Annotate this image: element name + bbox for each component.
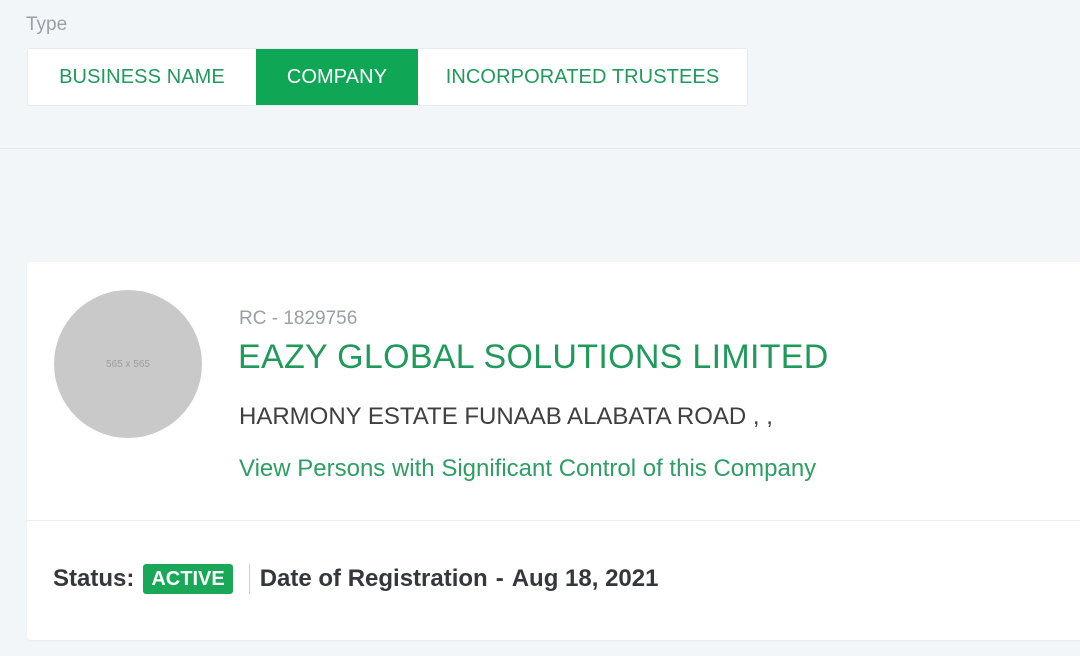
status-badge: ACTIVE	[143, 564, 233, 594]
status-divider	[248, 564, 250, 594]
registration-separator: -	[495, 565, 504, 592]
tab-incorporated-trustees[interactable]: INCORPORATED TRUSTEES	[418, 49, 747, 105]
type-tabs: BUSINESS NAME COMPANY INCORPORATED TRUST…	[27, 48, 748, 106]
avatar-placeholder-text: 565 x 565	[106, 358, 150, 370]
tab-company[interactable]: COMPANY	[256, 49, 418, 105]
status-label: Status:	[53, 565, 135, 592]
card-separator	[27, 520, 1080, 521]
avatar: 565 x 565	[54, 290, 202, 438]
status-row: Status: ACTIVE Date of Registration - Au…	[53, 564, 658, 594]
company-name[interactable]: EAZY GLOBAL SOLUTIONS LIMITED	[238, 338, 829, 377]
section-divider	[0, 148, 1080, 149]
company-result-card: 565 x 565 RC - 1829756 EAZY GLOBAL SOLUT…	[27, 262, 1080, 640]
psc-link[interactable]: View Persons with Significant Control of…	[239, 455, 816, 483]
type-label: Type	[26, 14, 68, 35]
registration-date: Aug 18, 2021	[511, 565, 659, 592]
rc-number: RC - 1829756	[239, 308, 358, 329]
registration-label: Date of Registration	[259, 565, 488, 592]
tab-business-name[interactable]: BUSINESS NAME	[28, 49, 256, 105]
company-address: HARMONY ESTATE FUNAAB ALABATA ROAD , ,	[239, 403, 773, 430]
